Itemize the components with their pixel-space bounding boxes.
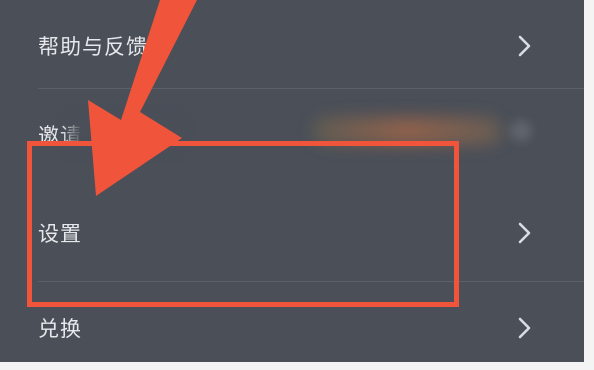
menu-item-label: 兑换: [38, 317, 82, 341]
chevron-right-icon: [512, 316, 536, 340]
highlight-box: [27, 141, 459, 307]
menu-item-label: 帮助与反馈: [38, 35, 148, 59]
settings-menu-panel: 帮助与反馈 邀请 设置 兑换: [0, 0, 584, 362]
chevron-right-icon: [512, 34, 536, 58]
menu-item-help-feedback[interactable]: 帮助与反馈: [0, 0, 584, 92]
invite-badge-icon: [510, 120, 532, 142]
page-edge: [584, 0, 594, 362]
page-edge: [0, 362, 594, 370]
chevron-right-icon: [512, 221, 536, 245]
